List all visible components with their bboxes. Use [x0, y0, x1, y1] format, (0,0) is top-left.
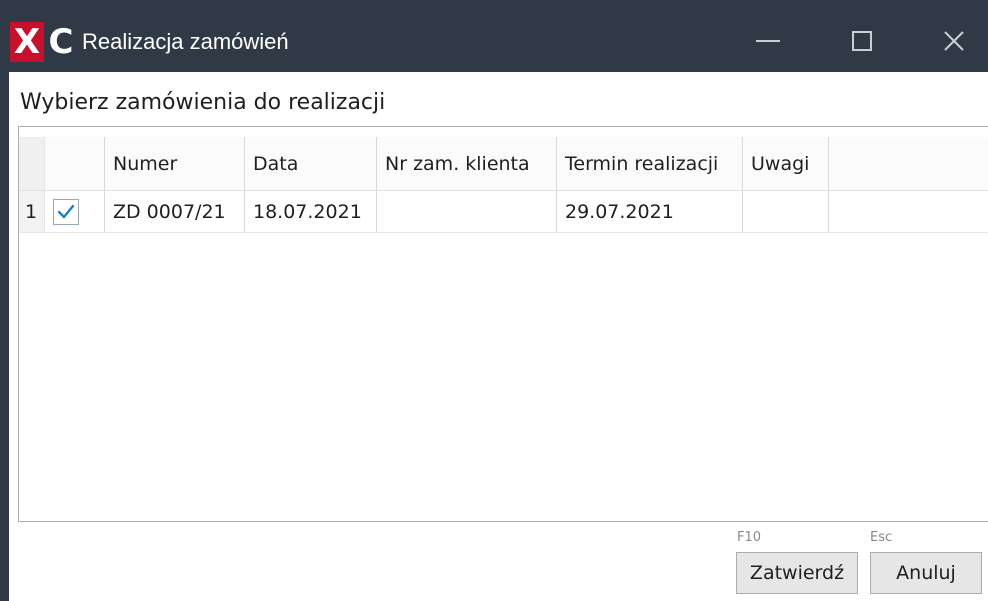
- row-number-header: [19, 137, 45, 190]
- column-header-uwagi[interactable]: Uwagi: [743, 137, 829, 190]
- logo-x-mark: X: [10, 22, 44, 62]
- minimize-button[interactable]: [736, 18, 800, 64]
- window-left-border: [0, 0, 9, 601]
- column-header-data[interactable]: Data: [245, 137, 377, 190]
- column-header-termin-realizacji[interactable]: Termin realizacji: [557, 137, 743, 190]
- cell-uwagi[interactable]: [743, 191, 829, 232]
- page-heading: Wybierz zamówienia do realizacji: [20, 90, 386, 115]
- maximize-button[interactable]: [830, 18, 894, 64]
- logo-c-letter: C: [48, 22, 74, 62]
- column-header-nr-zam-klienta[interactable]: Nr zam. klienta: [377, 137, 557, 190]
- column-header-numer[interactable]: Numer: [105, 137, 245, 190]
- logo-x-letter: X: [13, 22, 41, 62]
- table-row[interactable]: 1 ZD 0007/21 18.07.2021 29.07.2021: [19, 191, 988, 233]
- row-select-checkbox[interactable]: [53, 198, 79, 225]
- cell-termin-realizacji[interactable]: 29.07.2021: [557, 191, 743, 232]
- window-title: Realizacja zamówień: [82, 29, 289, 54]
- cell-nr-zam-klienta[interactable]: [377, 191, 557, 232]
- minimize-icon: [756, 40, 780, 42]
- row-number: 1: [19, 191, 45, 232]
- select-column-header[interactable]: [45, 137, 105, 190]
- column-header-filler: [829, 137, 988, 190]
- orders-grid[interactable]: Numer Data Nr zam. klienta Termin realiz…: [18, 126, 988, 522]
- cell-numer[interactable]: ZD 0007/21: [105, 191, 245, 232]
- grid-header-row: Numer Data Nr zam. klienta Termin realiz…: [19, 137, 988, 191]
- order-fulfillment-window: X C Realizacja zamówień Wybierz zamówien…: [0, 0, 988, 601]
- cancel-button[interactable]: Anuluj: [870, 552, 982, 594]
- cancel-shortcut-hint: Esc: [870, 530, 893, 545]
- confirm-shortcut-hint: F10: [737, 530, 762, 545]
- app-logo: X C: [10, 22, 78, 62]
- logo-c-mark: C: [46, 22, 76, 62]
- checkmark-icon: [57, 204, 75, 218]
- row-select-cell[interactable]: [45, 191, 105, 232]
- cell-data[interactable]: 18.07.2021: [245, 191, 377, 232]
- title-bar[interactable]: X C Realizacja zamówień: [0, 0, 988, 72]
- confirm-button[interactable]: Zatwierdź: [736, 552, 858, 594]
- maximize-icon: [852, 31, 872, 51]
- close-button[interactable]: [922, 18, 986, 64]
- cell-filler: [829, 191, 988, 232]
- close-icon: [944, 31, 964, 51]
